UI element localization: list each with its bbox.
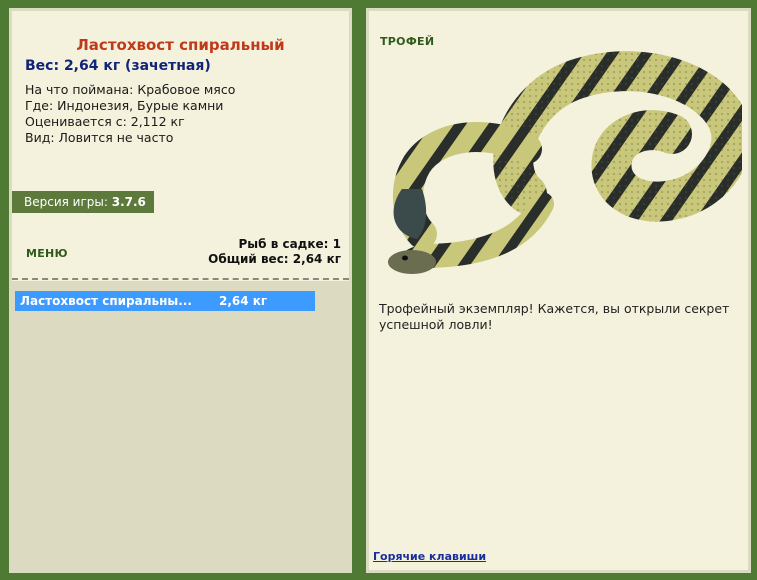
rating-info: Оценивается с: 2,112 кг	[25, 114, 185, 129]
catch-list: Ластохвост спиральны... 2,64 кг	[12, 281, 349, 570]
location-info: Где: Индонезия, Бурые камни	[25, 98, 224, 113]
trophy-panel: ТРОФЕЙ Трофейный экземпляр! Кажется, вы …	[366, 8, 751, 573]
catch-name: Ластохвост спиральны...	[20, 294, 192, 308]
total-weight: Общий вес: 2,64 кг	[208, 252, 341, 266]
rarity-info: Вид: Ловится не часто	[25, 130, 174, 145]
hotkeys-link[interactable]: Горячие клавиши	[373, 550, 486, 563]
bait-info: На что поймана: Крабовое мясо	[25, 82, 236, 97]
keepnet-stats: Рыб в садке: 1 Общий вес: 2,64 кг	[208, 237, 341, 267]
version-bar: Версия игры: 3.7.6	[12, 191, 154, 213]
trophy-message: Трофейный экземпляр! Кажется, вы открыли…	[379, 301, 730, 332]
menu-button[interactable]: МЕНЮ	[26, 247, 68, 260]
version-label: Версия игры:	[24, 195, 112, 209]
fish-info-panel: Ластохвост спиральный Вес: 2,64 кг (заче…	[9, 8, 352, 573]
trophy-label: ТРОФЕЙ	[380, 35, 435, 48]
divider	[12, 278, 349, 280]
catch-list-item[interactable]: Ластохвост спиральны... 2,64 кг	[15, 291, 315, 311]
fish-title: Ластохвост спиральный	[76, 36, 285, 54]
fish-count: Рыб в садке: 1	[238, 237, 342, 251]
catch-weight: 2,64 кг	[219, 294, 268, 308]
sea-snake-image	[388, 51, 742, 274]
fish-weight: Вес: 2,64 кг (зачетная)	[25, 58, 211, 74]
version-value: 3.7.6	[111, 195, 146, 209]
